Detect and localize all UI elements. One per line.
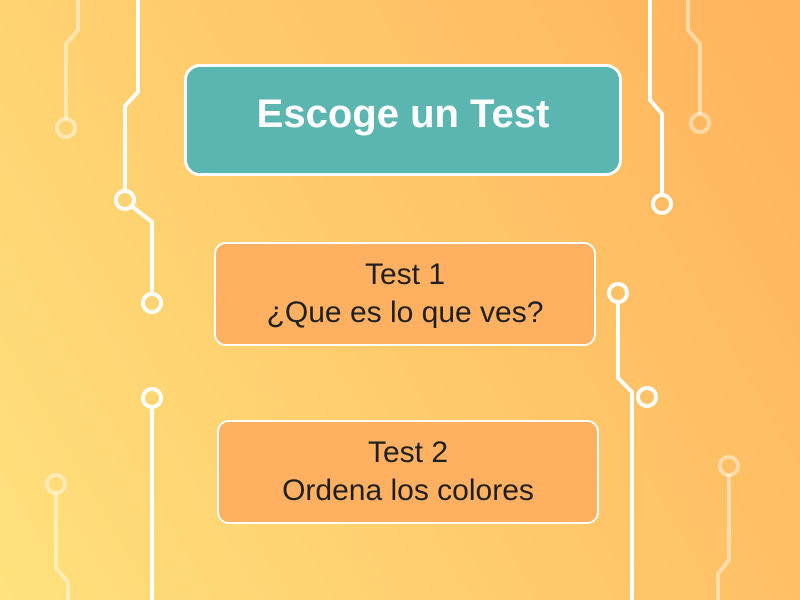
circuit-trace [616,300,634,600]
circuit-trace [648,0,664,196]
circuit-node [45,473,67,495]
circuit-node [689,112,711,134]
circuit-trace [132,206,154,295]
circuit-node [718,455,740,477]
test-1-button[interactable]: Test 1 ¿Que es lo que ves? [214,242,596,346]
test-1-name: Test 1 [364,258,446,291]
circuit-node [636,386,658,408]
circuit-trace [64,0,80,120]
circuit-node [55,117,77,139]
circuit-node [141,387,163,409]
circuit-trace [123,0,140,192]
test-2-name: Test 2 [367,436,449,469]
test-1-description: ¿Que es lo que ves? [266,296,544,329]
circuit-trace [686,0,702,115]
circuit-node [651,193,673,215]
page-title-text: Escoge un Test [256,91,550,136]
circuit-node [114,189,136,211]
test-2-button[interactable]: Test 2 Ordena los colores [217,420,599,524]
circuit-trace [716,474,731,600]
circuit-node [141,292,163,314]
circuit-node [607,282,629,304]
page-title: Escoge un Test [184,64,622,176]
circuit-trace [54,492,70,600]
test-2-description: Ordena los colores [282,474,534,507]
